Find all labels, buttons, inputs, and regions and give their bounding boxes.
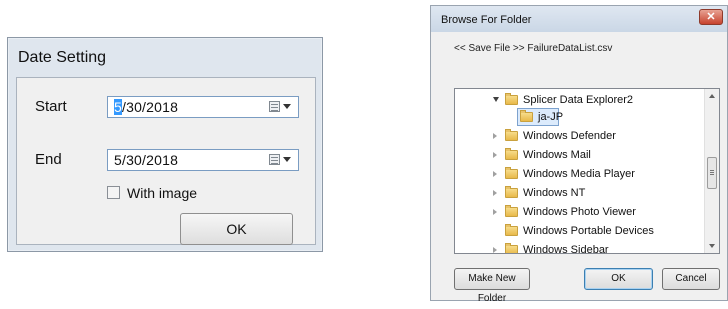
tree-item[interactable]: Windows Mail <box>455 147 705 165</box>
dialog-title: Date Setting <box>18 49 107 66</box>
start-calendar-dropdown-button[interactable] <box>269 100 295 114</box>
cancel-button[interactable]: Cancel <box>662 268 720 290</box>
calendar-icon <box>269 101 280 112</box>
tree-item[interactable]: Windows Portable Devices <box>455 223 705 241</box>
folder-icon <box>505 148 518 160</box>
scrollbar-thumb[interactable] <box>707 157 717 189</box>
tree-item-label: Windows Photo Viewer <box>523 206 636 218</box>
tree-item-label: Splicer Data Explorer2 <box>523 94 634 106</box>
tree-item-label: Windows Sidebar <box>523 244 609 254</box>
calendar-icon <box>269 154 280 165</box>
collapsed-arrow-icon[interactable] <box>493 247 497 253</box>
scroll-up-arrow-icon[interactable] <box>709 94 715 98</box>
start-date-picker[interactable]: 5/30/2018 <box>107 96 299 118</box>
title-bar: Browse For Folder ✕ <box>431 6 727 32</box>
with-image-label[interactable]: With image <box>127 185 197 201</box>
end-date-value[interactable]: 5/30/2018 <box>114 152 178 168</box>
tree-item-label: Windows Defender <box>523 130 616 142</box>
tree-item[interactable]: Splicer Data Explorer2 <box>455 92 705 110</box>
collapsed-arrow-icon[interactable] <box>493 209 497 215</box>
collapsed-arrow-icon[interactable] <box>493 152 497 158</box>
tree-item-label: Windows NT <box>523 187 586 199</box>
chevron-down-icon <box>283 104 291 109</box>
browse-for-folder-dialog: Browse For Folder ✕ << Save File >> Fail… <box>430 5 728 304</box>
folder-icon <box>520 110 533 122</box>
date-setting-dialog: Date Setting Start 5/30/2018 End 5/30/20… <box>7 37 323 252</box>
tree-item[interactable]: Windows Sidebar <box>455 242 705 254</box>
close-button[interactable]: ✕ <box>699 9 723 25</box>
tree-item-label: Windows Mail <box>523 149 591 161</box>
folder-icon <box>505 93 518 105</box>
scroll-down-arrow-icon[interactable] <box>709 244 715 248</box>
collapsed-arrow-icon[interactable] <box>493 171 497 177</box>
folder-icon <box>505 243 518 253</box>
folder-icon <box>505 205 518 217</box>
ok-button[interactable]: OK <box>180 213 293 245</box>
vertical-scrollbar[interactable] <box>704 89 719 253</box>
tree-item[interactable]: ja-JP <box>455 108 705 127</box>
expanded-arrow-icon[interactable] <box>493 97 499 102</box>
close-icon: ✕ <box>706 11 716 23</box>
tree-item-label: Windows Media Player <box>523 168 635 180</box>
start-date-rest[interactable]: /30/2018 <box>122 99 178 115</box>
collapsed-arrow-icon[interactable] <box>493 190 497 196</box>
end-date-picker[interactable]: 5/30/2018 <box>107 149 299 171</box>
dialog-title: Browse For Folder <box>441 14 532 26</box>
end-label: End <box>35 151 62 168</box>
dialog-description: << Save File >> FailureDataList.csv <box>454 43 613 54</box>
tree-item[interactable]: Windows Photo Viewer <box>455 204 705 222</box>
date-setting-body: Start 5/30/2018 End 5/30/2018 With image… <box>16 77 316 245</box>
tree-item-label: Windows Portable Devices <box>523 225 654 237</box>
tree-item[interactable]: Windows Defender <box>455 128 705 146</box>
folder-icon <box>505 129 518 141</box>
end-calendar-dropdown-button[interactable] <box>269 153 295 167</box>
tree-item[interactable]: Windows Media Player <box>455 166 705 184</box>
ok-button[interactable]: OK <box>584 268 653 290</box>
with-image-checkbox[interactable] <box>107 186 120 199</box>
tree-item-label: ja-JP <box>538 111 564 123</box>
start-date-month-selected[interactable]: 5 <box>114 99 122 115</box>
tree-item[interactable]: Windows NT <box>455 185 705 203</box>
folder-icon <box>505 186 518 198</box>
start-date-value[interactable]: 5/30/2018 <box>114 99 178 115</box>
chevron-down-icon <box>283 157 291 162</box>
folder-icon <box>505 167 518 179</box>
make-new-folder-button[interactable]: Make New Folder <box>454 268 530 304</box>
folder-tree[interactable]: Splicer Data Explorer2 ja-JP Windows Defen… <box>454 88 720 254</box>
tree-item-content[interactable]: ja-JP <box>517 108 563 126</box>
folder-icon <box>505 224 518 236</box>
start-label: Start <box>35 98 67 115</box>
collapsed-arrow-icon[interactable] <box>493 133 497 139</box>
